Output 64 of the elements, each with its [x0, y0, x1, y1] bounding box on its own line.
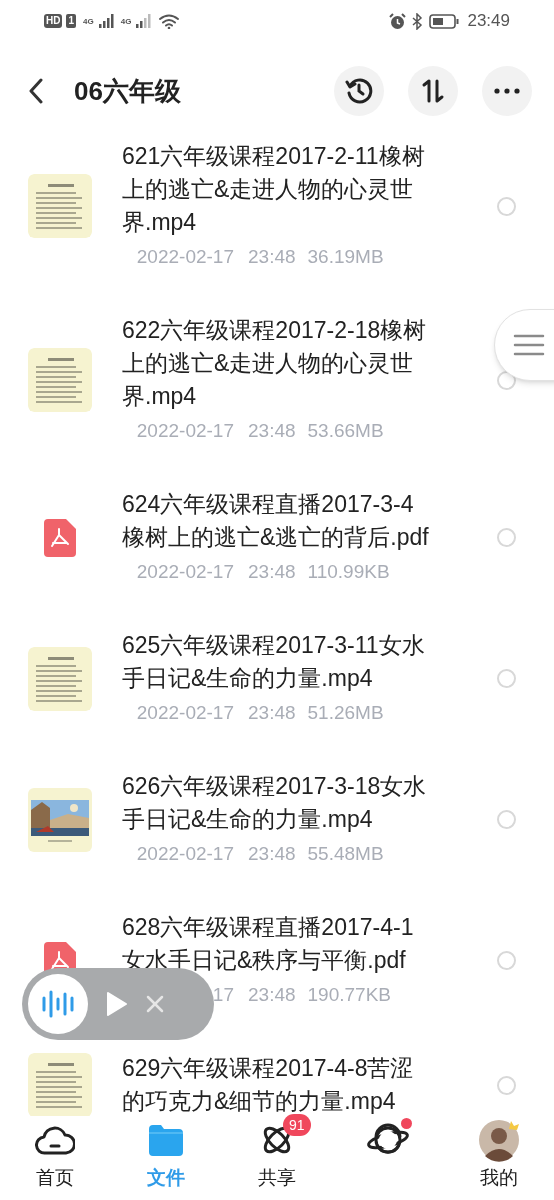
- pdf-icon: [44, 518, 76, 557]
- select-radio[interactable]: [497, 951, 516, 970]
- file-time: 23:48: [248, 983, 296, 1007]
- file-size: 51.26MB: [307, 701, 384, 725]
- file-time: 23:48: [248, 701, 296, 725]
- signal-icon: [97, 14, 114, 28]
- file-date: 2022-02-17: [136, 701, 234, 725]
- sort-button[interactable]: [408, 66, 458, 116]
- file-name: 629六年级课程2017-4-8苦涩的巧克力&细节的力量.mp4: [122, 1054, 415, 1116]
- audio-wave-button[interactable]: [28, 974, 88, 1034]
- history-icon: [345, 77, 373, 105]
- count-badge: 91: [283, 1114, 311, 1136]
- menu-icon: [513, 334, 545, 356]
- hd-indicator: HD: [44, 14, 63, 28]
- avatar-icon: [476, 1118, 521, 1162]
- sort-icon: [420, 78, 446, 104]
- tab[interactable]: 91 共享: [221, 1116, 333, 1200]
- file-name: 624六年级课程直播2017-3-4橡树上的逃亡&逃亡的背后.pdf: [122, 490, 430, 552]
- file-time: 23:48: [248, 560, 296, 584]
- file-date: 2022-02-17: [136, 560, 234, 584]
- file-size: 190.77KB: [307, 983, 391, 1007]
- select-radio[interactable]: [497, 1075, 516, 1095]
- file-name: 621六年级课程2017-2-11橡树上的逃亡&走进人物的心灵世界.mp4: [122, 142, 426, 237]
- tab[interactable]: 我的: [443, 1116, 554, 1200]
- file-time: 23:48: [248, 419, 296, 443]
- select-radio[interactable]: [497, 196, 516, 216]
- select-radio[interactable]: [497, 528, 516, 547]
- network-label: 4G: [120, 15, 132, 28]
- file-time: 23:48: [248, 245, 296, 269]
- bluetooth-icon: [412, 12, 424, 30]
- more-button[interactable]: [482, 66, 532, 116]
- file-time: 23:48: [248, 842, 296, 866]
- file-size: 36.19MB: [307, 245, 384, 269]
- battery-icon: [429, 13, 460, 29]
- cloud-icon: [35, 1125, 76, 1155]
- audio-wave-icon: [41, 990, 75, 1018]
- folder-icon: [149, 1124, 184, 1156]
- select-radio[interactable]: [497, 669, 516, 688]
- file-date: 2022-02-17: [136, 419, 234, 443]
- file-name: 622六年级课程2017-2-18橡树上的逃亡&走进人物的心灵世界.mp4: [122, 316, 428, 411]
- file-size: 110.99KB: [307, 560, 390, 584]
- file-size: 55.48MB: [307, 842, 384, 866]
- file-date: 17: [212, 983, 234, 1007]
- history-button[interactable]: [334, 66, 384, 116]
- play-icon[interactable]: [106, 991, 128, 1017]
- network-label: 4G: [83, 15, 94, 28]
- signal-icon: [135, 14, 152, 28]
- file-size: 53.66MB: [307, 419, 384, 443]
- page-title: 06六年级: [74, 74, 182, 108]
- floating-menu[interactable]: [494, 309, 554, 381]
- file-date: 2022-02-17: [136, 245, 234, 269]
- file-name: 625六年级课程2017-3-11女水手日记&生命的力量.mp4: [122, 631, 426, 693]
- wifi-icon: [159, 13, 180, 29]
- file-name: 626六年级课程2017-3-18女水手日记&生命的力量.mp4: [122, 772, 428, 834]
- planet-icon: [365, 1123, 410, 1157]
- back-icon[interactable]: [28, 78, 44, 104]
- alarm-icon: [389, 12, 407, 30]
- more-icon: [494, 88, 520, 94]
- close-icon[interactable]: [146, 995, 164, 1013]
- file-date: 2022-02-17: [136, 842, 234, 866]
- status-time: 23:49: [467, 10, 510, 33]
- tab[interactable]: 首页: [0, 1116, 111, 1200]
- sim-indicator: 1: [66, 14, 76, 28]
- select-radio[interactable]: [497, 810, 516, 829]
